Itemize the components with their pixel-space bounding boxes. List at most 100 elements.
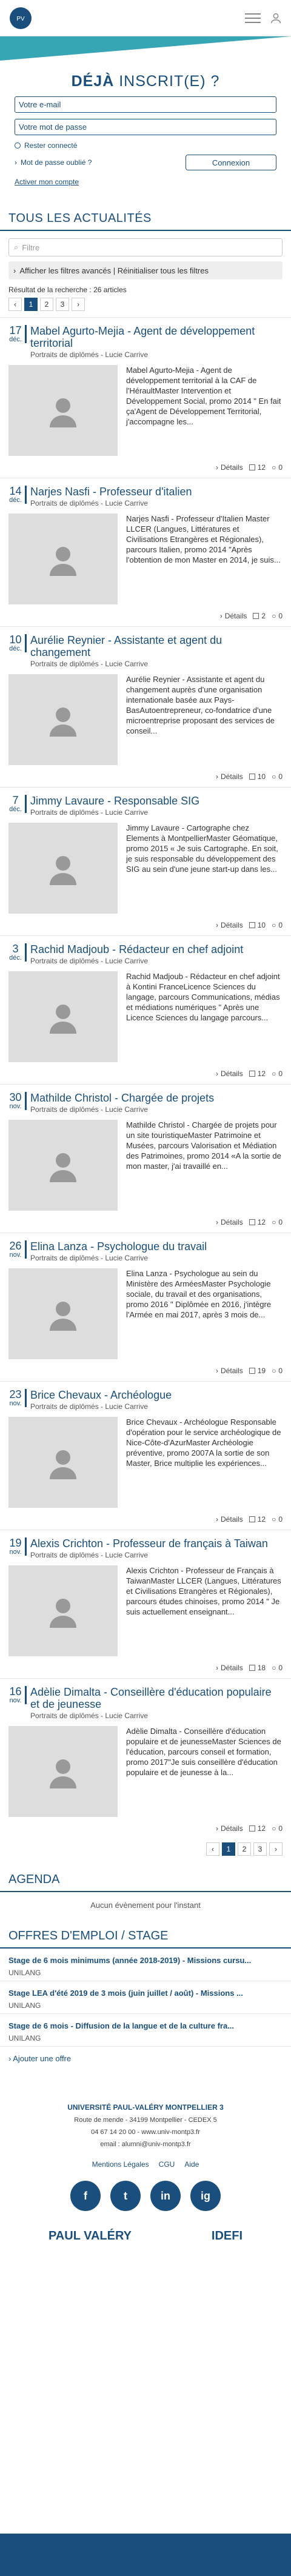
pager-page[interactable]: 3 [253,1842,267,1856]
email-field[interactable]: Votre e-mail [15,96,276,113]
job-item[interactable]: Stage de 6 mois minimums (année 2018-201… [0,1949,291,1981]
bottom-bar [0,2534,291,2576]
activate-account-link[interactable]: Activer mon compte [15,178,276,186]
details-link[interactable]: › Détails [216,1664,243,1672]
person-photo-icon [50,1302,76,1331]
login-panel: DÉJÀ INSCRIT(E) ? Votre e-mail Votre mot… [0,36,291,195]
article-item: 16 nov. Adèlie Dimalta - Conseillère d'éd… [0,1678,291,1839]
date-badge: 10 déc. [8,634,27,652]
pager-page[interactable]: 3 [56,298,69,311]
paul-valery-logo[interactable]: PAUL VALÉRY [48,2229,132,2243]
article-item: 30 nov. Mathilde Christol - Chargée de pr… [0,1084,291,1233]
article-excerpt: Rachid Madjoub - Rédacteur en chef adjoi… [126,972,280,1022]
jobs-title: OFFRES D'EMPLOI / STAGE [0,1924,291,1949]
date-badge: 16 nov. [8,1686,27,1704]
article-item: 3 déc. Rachid Madjoub - Rédacteur en chef… [0,935,291,1084]
views-count: 18 [249,1664,266,1672]
view-icon [249,774,255,780]
user-icon[interactable] [269,12,283,25]
pager-prev[interactable]: ‹ [206,1842,219,1856]
hamburger-icon[interactable] [245,13,261,23]
details-link[interactable]: › Détails [216,1069,243,1078]
pager-page[interactable]: 2 [40,298,53,311]
article-category: Portraits de diplômés - Lucie Carrive [30,350,149,359]
comment-icon: ○ [272,1367,276,1375]
chevron-right-icon: › [15,158,17,167]
article-list: 17 déc. Mabel Agurto-Mejia - Agent de dév… [0,317,291,1839]
article-title[interactable]: Aurélie Reynier - Assistante et agent du… [30,634,283,658]
pager-page[interactable]: 1 [24,298,38,311]
add-offer-link[interactable]: › Ajouter une offre [0,2047,291,2070]
filter-placeholder: Filtre [22,243,40,252]
article-title[interactable]: Jimmy Lavaure - Responsable SIG [30,795,283,807]
pager-next[interactable]: › [269,1842,283,1856]
job-item[interactable]: Stage de 6 mois - Diffusion de la langue… [0,2014,291,2047]
job-title[interactable]: Stage de 6 mois minimums (année 2018-201… [8,1956,283,1965]
filter-input[interactable]: ⌕ Filtre [8,238,283,256]
job-title[interactable]: Stage LEA d'été 2019 de 3 mois (juin jui… [8,1989,283,1998]
details-link[interactable]: › Détails [220,612,247,620]
job-title[interactable]: Stage de 6 mois - Diffusion de la langue… [8,2021,283,2030]
footer-email[interactable]: email : alumni@univ-montp3.fr [8,2141,283,2148]
view-icon [253,613,259,619]
view-icon [249,1368,255,1374]
article-thumbnail[interactable] [8,971,118,1062]
article-item: 19 nov. Alexis Crichton - Professeur de f… [0,1530,291,1678]
views-count: 12 [249,1069,266,1078]
pager-next[interactable]: › [72,298,85,311]
forgot-password-link[interactable]: › Mot de passe oublié ? [15,158,92,167]
social-links: f t in ig [8,2181,283,2211]
advanced-filters-label: Afficher les filtres avancés | Réinitial… [19,266,209,275]
details-link[interactable]: › Détails [216,1515,243,1524]
view-icon [249,1665,255,1671]
result-count: Résultat de la recherche : 26 articles [8,286,127,294]
article-title[interactable]: Alexis Crichton - Professeur de français… [30,1537,283,1550]
article-title[interactable]: Brice Chevaux - Archéologue [30,1389,283,1401]
site-logo[interactable]: PV [8,6,33,30]
article-title[interactable]: Rachid Madjoub - Rédacteur en chef adjoi… [30,943,283,955]
comments-count: ○ 0 [272,1664,283,1672]
comments-count: ○ 0 [272,1515,283,1524]
article-thumbnail[interactable] [8,1268,118,1359]
details-link[interactable]: › Détails [216,921,243,929]
details-link[interactable]: › Détails [216,463,243,472]
article-thumbnail[interactable] [8,1726,118,1817]
cgu-link[interactable]: CGU [159,2160,175,2169]
connect-button[interactable]: Connexion [186,155,276,170]
job-item[interactable]: Stage LEA d'été 2019 de 3 mois (juin jui… [0,1981,291,2014]
pager-prev[interactable]: ‹ [8,298,22,311]
person-photo-icon [50,1450,76,1479]
instagram-icon[interactable]: ig [190,2181,221,2211]
advanced-filters-toggle[interactable]: › Afficher les filtres avancés | Réiniti… [8,261,283,279]
article-thumbnail[interactable] [8,1120,118,1211]
person-photo-icon [50,1005,76,1034]
pager-page[interactable]: 1 [222,1842,235,1856]
details-link[interactable]: › Détails [216,1824,243,1833]
details-link[interactable]: › Détails [216,1218,243,1226]
details-link[interactable]: › Détails [216,772,243,781]
details-link[interactable]: › Détails [216,1367,243,1375]
linkedin-icon[interactable]: in [150,2181,181,2211]
remember-checkbox[interactable]: Rester connecté [15,141,276,150]
article-title[interactable]: Adèlie Dimalta - Conseillère d'éducation… [30,1686,283,1710]
password-field[interactable]: Votre mot de passe [15,119,276,135]
article-item: 7 déc. Jimmy Lavaure - Responsable SIG Po… [0,787,291,935]
article-thumbnail[interactable] [8,674,118,765]
twitter-icon[interactable]: t [110,2181,141,2211]
facebook-icon[interactable]: f [70,2181,101,2211]
idefi-logo[interactable]: IDEFI [212,2229,242,2243]
article-title[interactable]: Mabel Agurto-Mejia - Agent de développem… [30,325,283,349]
article-title[interactable]: Mathilde Christol - Chargée de projets [30,1092,283,1104]
pager-page[interactable]: 2 [238,1842,251,1856]
article-thumbnail[interactable] [8,823,118,914]
article-title[interactable]: Elina Lanza - Psychologue du travail [30,1240,283,1253]
help-link[interactable]: Aide [184,2160,199,2169]
article-thumbnail[interactable] [8,1565,118,1656]
article-thumbnail[interactable] [8,1417,118,1508]
article-thumbnail[interactable] [8,365,118,456]
legal-link[interactable]: Mentions Légales [92,2160,149,2169]
article-title[interactable]: Narjes Nasfi - Professeur d'italien [30,486,283,498]
article-thumbnail[interactable] [8,514,118,604]
article-category: Portraits de diplômés - Lucie Carrive [30,1254,149,1262]
view-icon [249,1071,255,1077]
